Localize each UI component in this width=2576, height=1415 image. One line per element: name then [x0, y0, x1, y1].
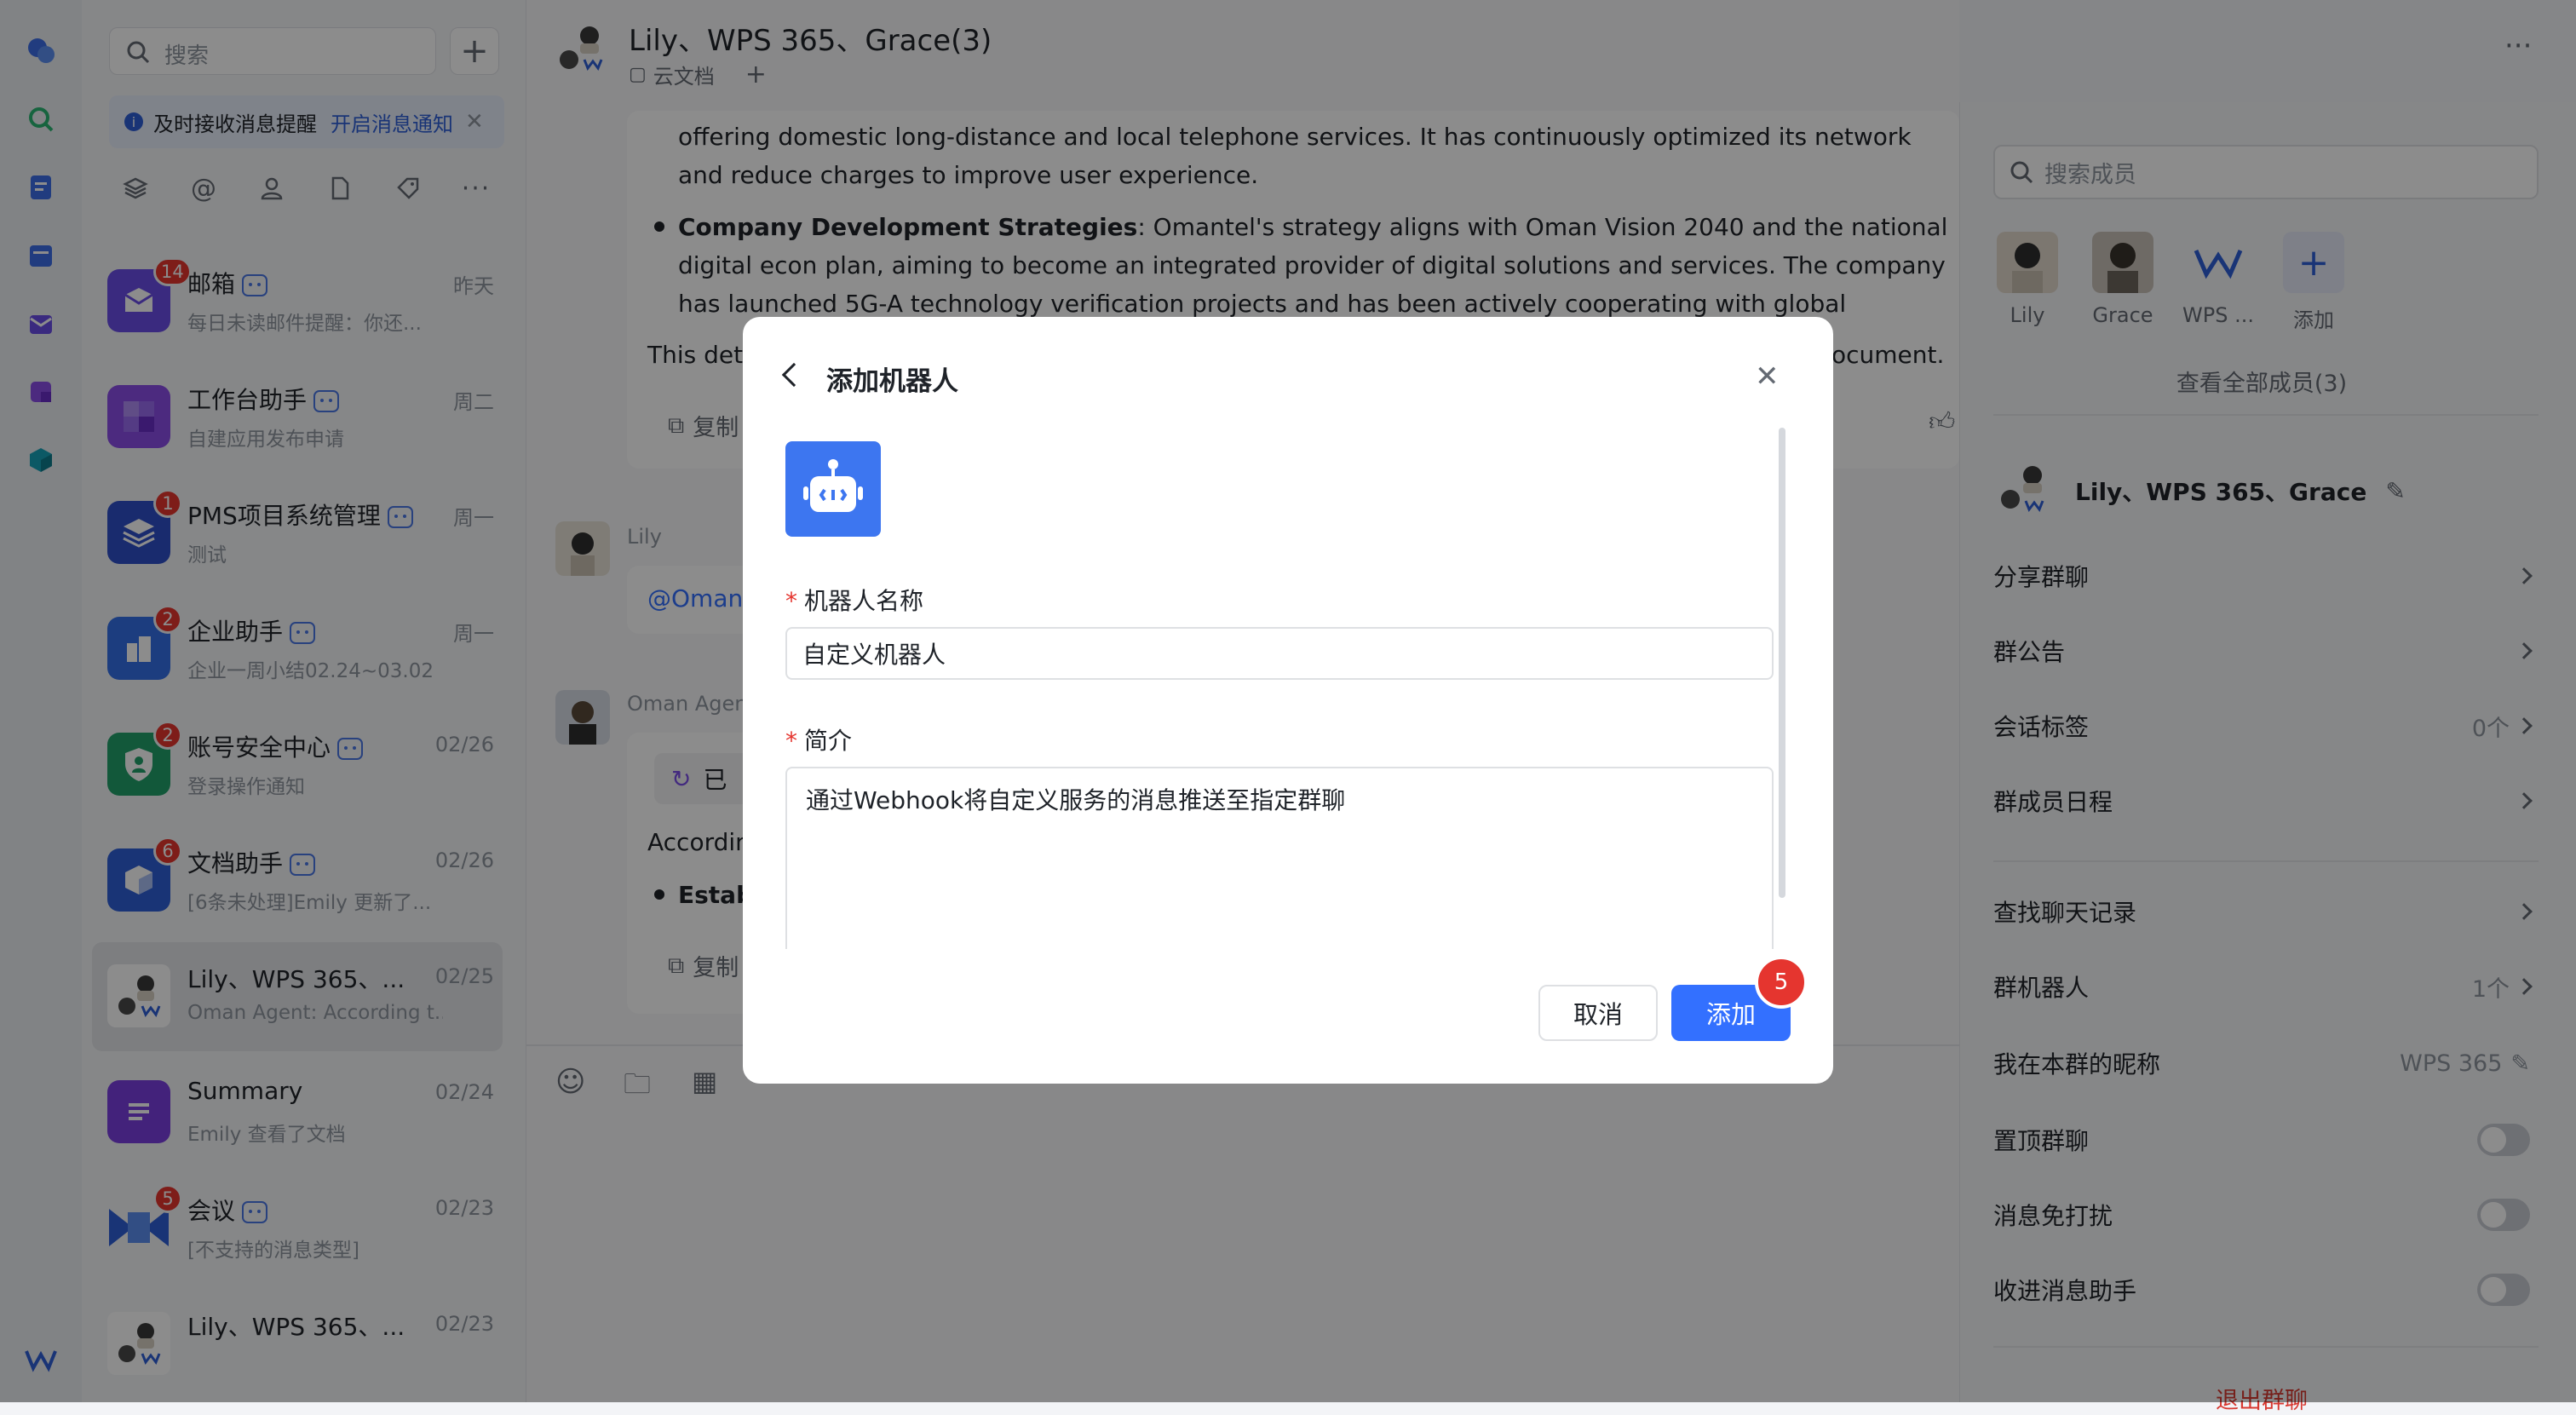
dialog-title: 添加机器人: [826, 366, 958, 397]
intro-label-text: 简介: [804, 727, 853, 755]
cancel-button[interactable]: 取消: [1538, 985, 1658, 1041]
dialog-scrollbar[interactable]: [1779, 428, 1785, 898]
required-mark: *: [785, 587, 797, 615]
intro-value: 通过Webhook将自定义服务的消息推送至指定群聊: [806, 786, 1346, 814]
intro-textarea[interactable]: 通过Webhook将自定义服务的消息推送至指定群聊: [785, 767, 1774, 949]
add-bot-dialog: [743, 317, 1833, 1084]
close-icon[interactable]: ✕: [1755, 360, 1780, 394]
required-mark: *: [785, 727, 797, 755]
bot-name-value: 自定义机器人: [802, 641, 946, 669]
step-badge: 5: [1755, 956, 1808, 1009]
bot-name-label-text: 机器人名称: [804, 587, 924, 615]
bot-name-input[interactable]: 自定义机器人: [785, 627, 1774, 680]
bot-name-label: * 机器人名称: [785, 583, 923, 617]
intro-label: * 简介: [785, 722, 852, 756]
bot-icon: [785, 441, 881, 537]
